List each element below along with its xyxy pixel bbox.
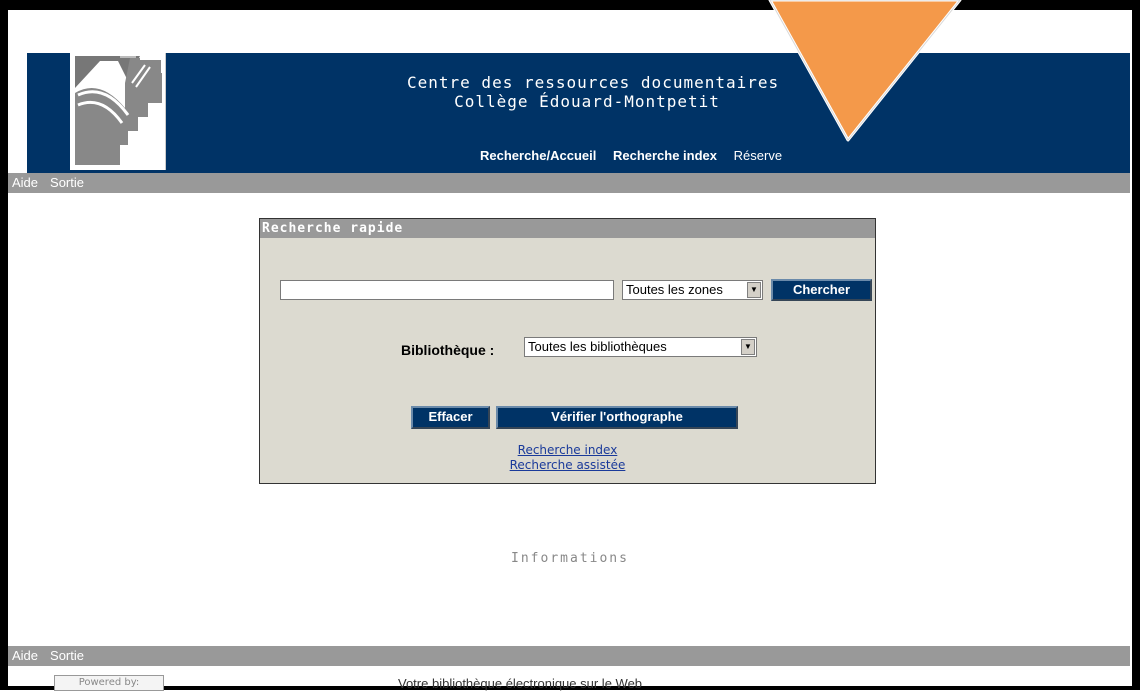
search-input[interactable] — [280, 280, 614, 300]
link-index-search[interactable]: Recherche index — [260, 443, 875, 458]
spellcheck-button[interactable]: Vérifier l'orthographe — [496, 406, 738, 429]
link-assisted-search[interactable]: Recherche assistée — [260, 458, 875, 473]
chevron-down-icon: ▼ — [747, 282, 761, 298]
panel-title: Recherche rapide — [260, 219, 875, 238]
library-label: Bibliothèque : — [401, 342, 495, 358]
window-frame-top — [0, 0, 1140, 10]
zone-select[interactable]: Toutes les zones ▼ — [622, 280, 763, 300]
footer-help-link[interactable]: Aide — [12, 648, 38, 663]
informations-heading: Informations — [511, 551, 629, 566]
library-select[interactable]: Toutes les bibliothèques ▼ — [524, 337, 757, 357]
footer-tagline: Votre bibliothèque électronique sur le W… — [398, 676, 643, 691]
quick-search-panel: Recherche rapide Toutes les zones ▼ Cher… — [259, 218, 876, 484]
site-header: Centre des ressources documentaires Coll… — [27, 53, 1130, 173]
top-navigation: Recherche/Accueil Recherche index Réserv… — [480, 148, 795, 163]
page-title: Centre des ressources documentaires Coll… — [407, 73, 780, 111]
nav-link-reserve[interactable]: Réserve — [734, 148, 782, 163]
nav-link-search-home[interactable]: Recherche/Accueil — [480, 148, 596, 163]
zone-select-value: Toutes les zones — [626, 282, 723, 297]
panel-links: Recherche index Recherche assistée — [260, 443, 875, 473]
title-line-1: Centre des ressources documentaires — [407, 73, 780, 92]
chevron-down-icon: ▼ — [741, 339, 755, 355]
nav-link-search-index[interactable]: Recherche index — [613, 148, 717, 163]
search-button[interactable]: Chercher — [771, 279, 872, 301]
help-link[interactable]: Aide — [12, 175, 38, 190]
window-frame-right — [1132, 0, 1140, 690]
clear-button[interactable]: Effacer — [411, 406, 490, 429]
library-select-value: Toutes les bibliothèques — [528, 339, 667, 354]
college-logo — [70, 53, 166, 170]
top-toolbar: Aide Sortie — [8, 173, 1130, 193]
footer-exit-link[interactable]: Sortie — [50, 648, 84, 663]
title-line-2: Collège Édouard-Montpetit — [454, 92, 720, 111]
exit-link[interactable]: Sortie — [50, 175, 84, 190]
powered-by-badge[interactable]: Powered by: — [54, 675, 164, 691]
bottom-toolbar: Aide Sortie — [8, 646, 1130, 666]
window-frame-left — [0, 0, 8, 690]
